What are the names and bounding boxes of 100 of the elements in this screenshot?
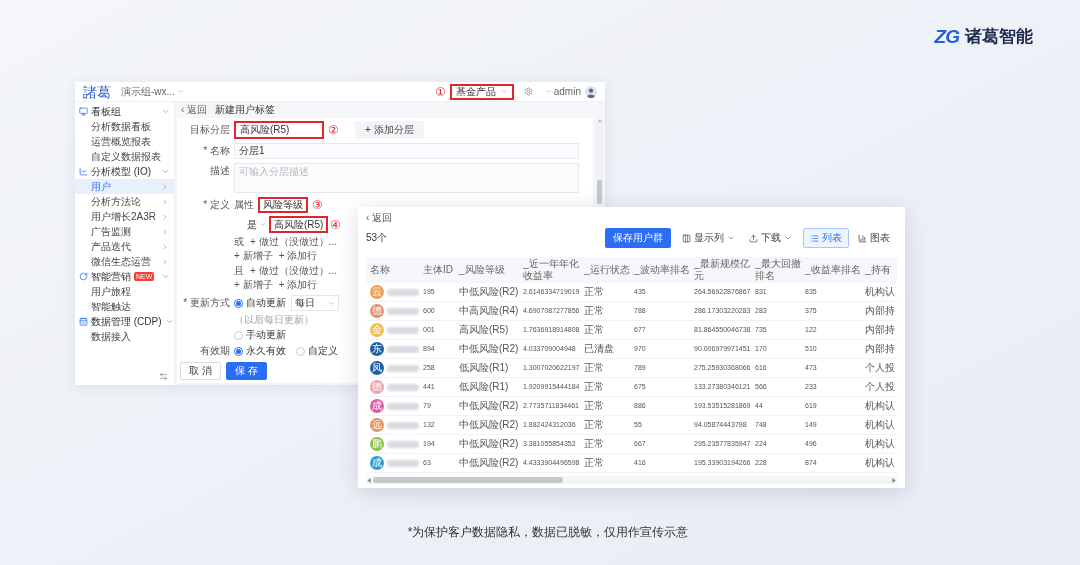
operator-select[interactable]: 是	[246, 216, 267, 233]
action-link[interactable]: + 新增子	[234, 250, 273, 262]
chevron-right-icon[interactable]	[161, 182, 169, 191]
brand-logo: 諸葛	[83, 84, 111, 99]
logic-connector: 且	[234, 265, 244, 277]
blurred-name	[387, 402, 419, 410]
sidebar-item[interactable]: 广告监测	[75, 224, 174, 239]
chevron-right-icon[interactable]	[161, 212, 169, 221]
table-cell-text: 内部持	[864, 305, 896, 317]
table-cell-text: 中低风险(R2)	[458, 419, 520, 431]
columns-button[interactable]: 显示列	[679, 228, 738, 248]
blurred-name	[387, 345, 419, 353]
scrollbar-thumb[interactable]	[597, 180, 602, 204]
sidebar-item[interactable]: 用户	[75, 179, 174, 194]
sidebar-item[interactable]: 自定义数据报表	[75, 149, 174, 164]
sidebar-group-label[interactable]: 分析模型 (IO)	[91, 166, 151, 177]
description-field[interactable]: 可输入分层描述	[234, 163, 579, 193]
radio-option[interactable]: 永久有效	[234, 345, 286, 357]
chevron-right-icon[interactable]	[161, 257, 169, 266]
sidebar-item[interactable]: 微信生态运营	[75, 254, 174, 269]
column-header: _收益率排名	[804, 264, 862, 276]
frequency-select[interactable]: 每日	[291, 295, 339, 311]
add-layer-button[interactable]: + 添加分层	[355, 121, 424, 139]
table-cell-text: 低风险(R1)	[458, 362, 510, 374]
value-field[interactable]: 高风险(R5)	[269, 216, 329, 233]
logo-mark: ZG	[934, 27, 959, 46]
sidebar-item[interactable]: 数据接入	[75, 329, 174, 344]
download-button[interactable]: 下载	[746, 228, 795, 248]
back-link[interactable]: ‹ 返回	[181, 105, 208, 115]
blurred-name	[387, 288, 419, 296]
left-triangle-icon[interactable]	[367, 477, 371, 483]
back-link[interactable]: ‹ 返回	[366, 211, 393, 225]
name-input[interactable]: 分层1	[234, 143, 579, 159]
radio-option[interactable]: 自定义	[296, 345, 338, 357]
columns-icon	[682, 233, 691, 243]
chevron-down-icon[interactable]	[161, 272, 170, 281]
avatar-icon[interactable]	[585, 85, 597, 98]
table-cell-text: 正常	[583, 286, 605, 298]
collapse-arrows-icon[interactable]	[159, 372, 168, 381]
tray-arrow-icon	[749, 233, 758, 243]
view-tab[interactable]: 列表	[803, 228, 849, 248]
chevron-right-icon[interactable]	[161, 197, 169, 206]
radio-option[interactable]: 自动更新	[234, 297, 286, 309]
scrollbar-thumb[interactable]	[373, 477, 563, 483]
save-button[interactable]: 保 存	[225, 362, 267, 380]
vertical-scrollbar[interactable]	[596, 118, 603, 204]
condition-label: 属性	[234, 200, 254, 210]
right-triangle-icon[interactable]	[892, 477, 896, 483]
save-group-button[interactable]: 保存用户群	[605, 228, 671, 248]
horizontal-scrollbar[interactable]	[366, 476, 897, 484]
cancel-button[interactable]: 取 消	[180, 362, 221, 380]
table-cell-text: 个人投	[864, 381, 896, 393]
user-menu[interactable]: admin	[544, 86, 581, 97]
sidebar-item[interactable]: 智能触达	[75, 299, 174, 314]
property-field[interactable]: 风险等级	[258, 197, 308, 213]
action-link[interactable]: + 做过（没做过）...	[250, 236, 337, 248]
result-count: 53个	[366, 233, 388, 243]
line-chart-icon	[79, 167, 88, 176]
sidebar-item[interactable]: 用户旅程	[75, 284, 174, 299]
sidebar-group-label[interactable]: 数据管理 (CDP)	[91, 316, 162, 327]
action-link[interactable]: + 做过（没做过）...	[250, 265, 337, 277]
sidebar-item[interactable]: 分析方法论	[75, 194, 174, 209]
blurred-name	[387, 459, 419, 467]
table-cell-text: 正常	[583, 400, 605, 412]
chevron-down-icon[interactable]	[164, 317, 174, 326]
avatar: 金	[370, 323, 384, 337]
project-selector[interactable]: 演示组-wx...	[121, 86, 184, 97]
chevron-right-icon[interactable]	[161, 242, 169, 251]
product-dropdown[interactable]: 基金产品	[449, 83, 514, 100]
avatar: 远	[370, 418, 384, 432]
field-label: * 名称	[202, 145, 230, 157]
radio-option[interactable]: 手动更新	[234, 329, 354, 341]
sidebar-group-label[interactable]: 智能营销	[91, 271, 131, 282]
privacy-caption: *为保护客户数据隐私，数据已脱敏，仅用作宣传示意	[407, 524, 689, 540]
annotation-number: ④	[330, 218, 342, 231]
chevron-down-icon[interactable]	[161, 167, 170, 176]
update-note: （以后每日更新）	[234, 314, 314, 326]
chevron-right-icon[interactable]	[161, 227, 169, 236]
chevron-down-icon[interactable]	[161, 107, 170, 116]
sidebar-item[interactable]: 分析数据看板	[75, 119, 174, 134]
action-link[interactable]: + 新增子	[234, 279, 273, 291]
view-tab[interactable]: 图表	[851, 228, 897, 248]
sidebar-item[interactable]: 用户增长2A3R	[75, 209, 174, 224]
caret-icon	[259, 221, 266, 228]
table-cell-text: 正常	[583, 457, 605, 469]
column-header: _近一年年化收益率	[522, 258, 580, 282]
caret-up-icon[interactable]	[596, 118, 603, 124]
sidebar-item[interactable]: 运营概览报表	[75, 134, 174, 149]
action-link[interactable]: + 添加行	[278, 250, 318, 262]
action-link[interactable]: + 添加行	[278, 279, 318, 291]
caret-icon	[544, 88, 552, 95]
settings-icon[interactable]	[523, 87, 533, 96]
sidebar-group-label[interactable]: 看板组	[91, 106, 121, 117]
field-label: * 定义	[202, 198, 230, 211]
sidebar-item[interactable]: 产品迭代	[75, 239, 174, 254]
table-cell-text: 已清盘	[583, 343, 615, 355]
table-cell-text: 中低风险(R2)	[458, 457, 520, 469]
layer-select[interactable]: 高风险(R5)	[234, 121, 324, 139]
table-cell-text: 中高风险(R4)	[458, 305, 520, 317]
table-cell-text: 正常	[583, 419, 605, 431]
